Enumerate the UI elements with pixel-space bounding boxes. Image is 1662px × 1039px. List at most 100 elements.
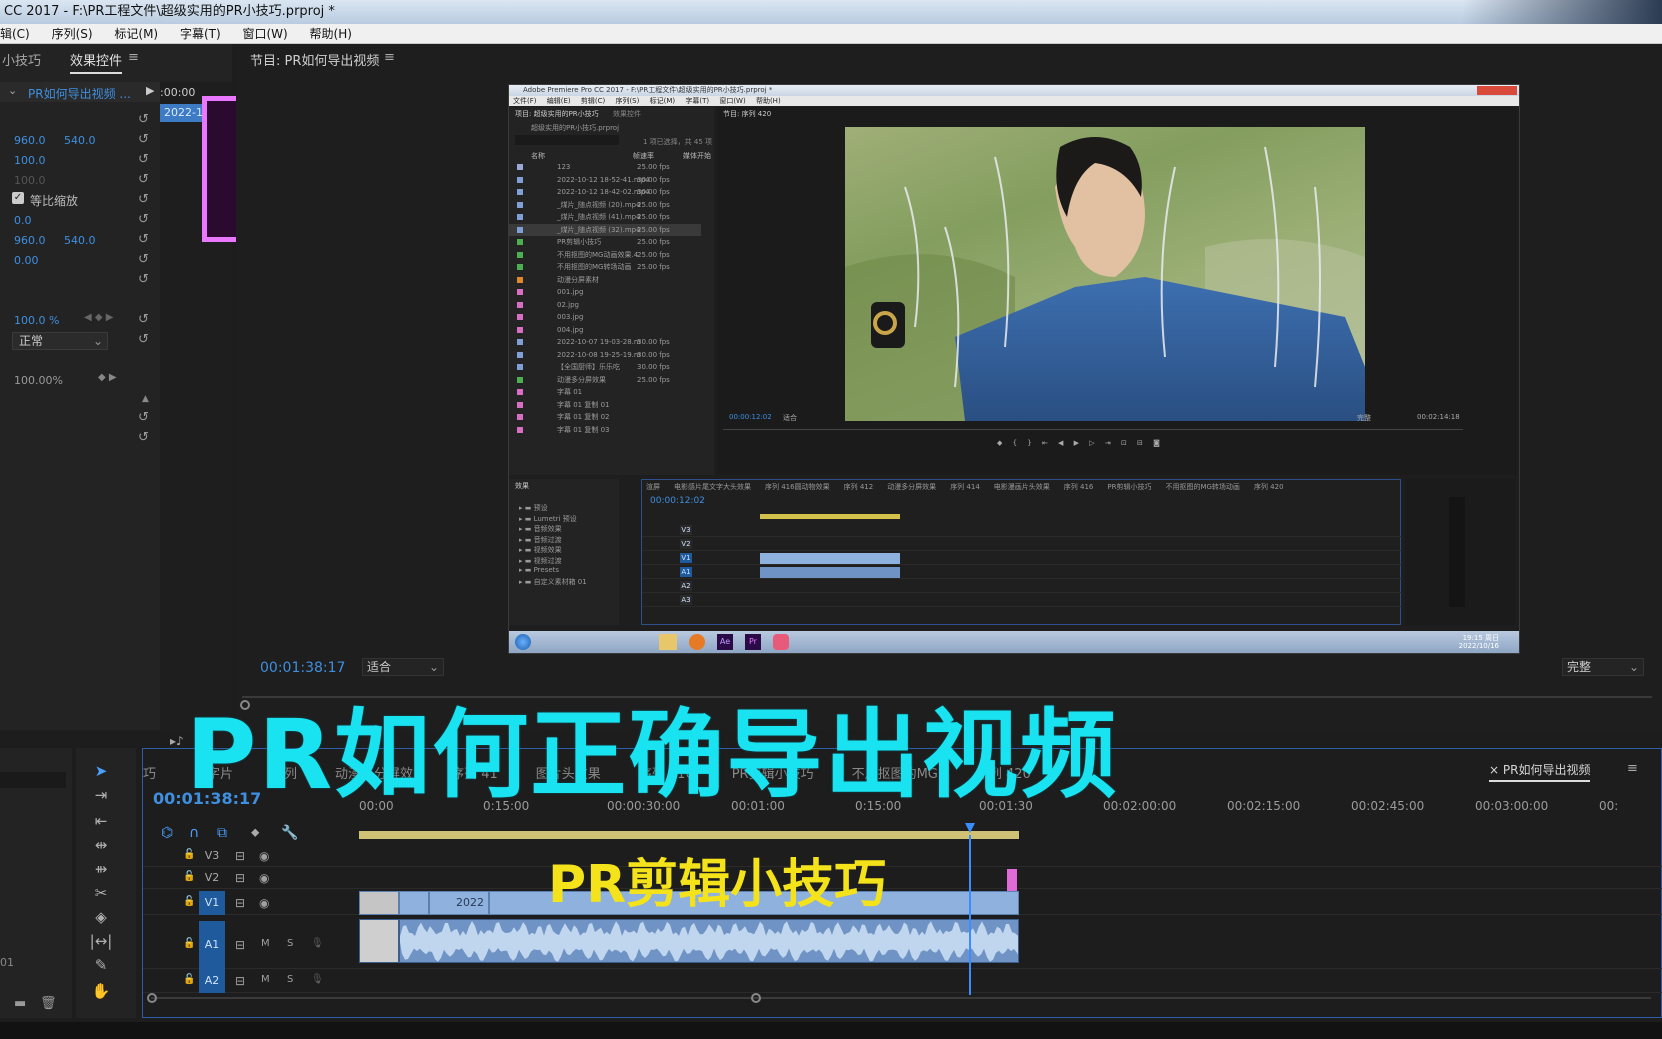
- razor-tool-icon[interactable]: ✂: [88, 882, 114, 904]
- tab-effect-controls[interactable]: 效果控件: [70, 50, 123, 74]
- pen-tool-icon[interactable]: ✎: [88, 954, 114, 976]
- sync-lock-icon[interactable]: ⊟: [235, 896, 245, 910]
- mute-button[interactable]: M: [261, 974, 270, 985]
- reset-icon[interactable]: ↺: [138, 172, 149, 187]
- linked-selection-icon[interactable]: ⧉: [217, 825, 227, 841]
- eye-icon[interactable]: ◉: [259, 871, 269, 885]
- trash-icon[interactable]: 🗑: [40, 996, 57, 1011]
- menu-sequence[interactable]: 序列(S): [52, 24, 93, 44]
- track-label[interactable]: V3: [199, 845, 225, 867]
- lock-icon[interactable]: 🔓: [183, 896, 195, 907]
- tab-project[interactable]: 小技巧: [2, 50, 41, 69]
- sync-lock-icon[interactable]: ⊟: [235, 938, 245, 952]
- video-clip[interactable]: [399, 891, 429, 915]
- reset-icon[interactable]: ↺: [138, 430, 149, 445]
- reset-icon[interactable]: ↺: [138, 152, 149, 167]
- position-y-value[interactable]: 540.0: [64, 134, 96, 147]
- ripple-edit-tool-icon[interactable]: ⇤: [88, 810, 114, 832]
- reset-icon[interactable]: ↺: [138, 192, 149, 207]
- reset-icon[interactable]: ↺: [138, 272, 149, 287]
- fit-select[interactable]: 适合 ⌄: [362, 658, 444, 676]
- video-clip[interactable]: 2022: [429, 891, 489, 915]
- menu-title[interactable]: 字幕(T): [180, 24, 221, 44]
- mute-button[interactable]: M: [261, 938, 270, 949]
- menu-window[interactable]: 窗口(W): [242, 24, 287, 44]
- sync-lock-icon[interactable]: ⊟: [235, 871, 245, 885]
- slip-tool-icon[interactable]: ◈: [88, 906, 114, 928]
- collapse-icon[interactable]: ▲: [142, 394, 149, 404]
- video-clip[interactable]: [359, 891, 399, 915]
- anchor-y-value[interactable]: 540.0: [64, 234, 96, 247]
- scrollbar-handle-left[interactable]: [147, 993, 157, 1003]
- opacity-value[interactable]: 100.0 %: [14, 314, 59, 327]
- rolling-edit-tool-icon[interactable]: ⇹: [88, 834, 114, 856]
- quality-select[interactable]: 完整 ⌄: [1562, 658, 1644, 676]
- new-bin-icon[interactable]: ▬: [14, 996, 26, 1011]
- anchor-x-value[interactable]: 960.0: [14, 234, 46, 247]
- sync-lock-icon[interactable]: ⊟: [235, 974, 245, 988]
- bin-search-field[interactable]: [0, 772, 66, 788]
- menu-clip[interactable]: 辑(C): [0, 24, 30, 44]
- selection-tool-icon[interactable]: ➤: [88, 760, 114, 782]
- track-select-tool-icon[interactable]: ⇥: [88, 784, 114, 806]
- scrollbar-handle-right[interactable]: [751, 993, 761, 1003]
- reset-icon[interactable]: ↺: [138, 332, 149, 347]
- reset-icon[interactable]: ↺: [138, 312, 149, 327]
- eye-icon[interactable]: ◉: [259, 849, 269, 863]
- uniform-scale-checkbox[interactable]: ✓: [12, 192, 24, 204]
- snap-icon[interactable]: ∩: [189, 825, 199, 841]
- reset-icon[interactable]: ↺: [138, 212, 149, 227]
- rate-stretch-tool-icon[interactable]: ⇻: [88, 858, 114, 880]
- chevron-down-icon[interactable]: ⌄: [8, 84, 17, 97]
- eye-icon[interactable]: ◉: [259, 896, 269, 910]
- hand-tool-icon[interactable]: ✋: [88, 980, 114, 1002]
- sync-lock-icon[interactable]: ⊟: [235, 849, 245, 863]
- slide-tool-icon[interactable]: |↔|: [88, 930, 114, 952]
- marker-icon[interactable]: ⬥: [251, 825, 259, 840]
- track-label[interactable]: A1: [199, 921, 225, 969]
- reset-icon[interactable]: ↺: [138, 232, 149, 247]
- inner-row-name: 123: [557, 163, 571, 171]
- wrench-icon[interactable]: 🔧: [281, 825, 298, 841]
- track-label[interactable]: V2: [199, 867, 225, 889]
- audio-clip[interactable]: [359, 919, 399, 963]
- keyframe-nav-icon[interactable]: ◀ ◆ ▶: [84, 312, 113, 323]
- panel-menu-icon[interactable]: ≡: [384, 50, 395, 65]
- reset-icon[interactable]: ↺: [138, 410, 149, 425]
- rotation-value[interactable]: 0.0: [14, 214, 32, 227]
- audio-icon[interactable]: ▸♪: [170, 734, 184, 748]
- inner-effects-item: ▸ ▬ 视频过渡: [519, 556, 562, 565]
- solo-button[interactable]: S: [287, 974, 293, 985]
- program-timecode[interactable]: 00:01:38:17: [260, 660, 345, 676]
- reset-icon[interactable]: ↺: [138, 112, 149, 127]
- play-arrow-icon[interactable]: ▶: [146, 84, 154, 97]
- panel-menu-icon[interactable]: ≡: [1627, 761, 1638, 776]
- microphone-icon[interactable]: 🎙: [311, 974, 324, 985]
- track-label[interactable]: V1: [199, 891, 225, 915]
- blend-mode-select[interactable]: 正常 ⌄: [12, 332, 108, 350]
- scale-value[interactable]: 100.0: [14, 154, 46, 167]
- timeline-scrollbar[interactable]: [151, 997, 1651, 999]
- solo-button[interactable]: S: [287, 938, 293, 949]
- lock-icon[interactable]: 🔓: [183, 849, 195, 860]
- audio-clip[interactable]: [399, 919, 1019, 963]
- anti-flicker-value[interactable]: 0.00: [14, 254, 39, 267]
- program-monitor-tab[interactable]: 节目: PR如何导出视频: [250, 50, 379, 69]
- lock-icon[interactable]: 🔓: [183, 871, 195, 882]
- program-scrubber[interactable]: [242, 696, 1652, 698]
- reset-icon[interactable]: ↺: [138, 132, 149, 147]
- keyframe-icon[interactable]: ◆ ▶: [98, 372, 117, 383]
- lock-icon[interactable]: 🔓: [183, 974, 195, 985]
- work-area-bar[interactable]: [359, 831, 1019, 839]
- speed-value[interactable]: 100.00%: [14, 374, 63, 387]
- nest-icon[interactable]: ⌬: [161, 825, 173, 841]
- timeline-tab[interactable]: 巧: [143, 767, 156, 781]
- menu-help[interactable]: 帮助(H): [310, 24, 352, 44]
- microphone-icon[interactable]: 🎙: [311, 938, 324, 949]
- lock-icon[interactable]: 🔓: [183, 938, 195, 949]
- track-label[interactable]: A2: [199, 969, 225, 993]
- position-x-value[interactable]: 960.0: [14, 134, 46, 147]
- menu-marker[interactable]: 标记(M): [114, 24, 158, 44]
- panel-menu-icon[interactable]: ≡: [128, 50, 139, 65]
- reset-icon[interactable]: ↺: [138, 252, 149, 267]
